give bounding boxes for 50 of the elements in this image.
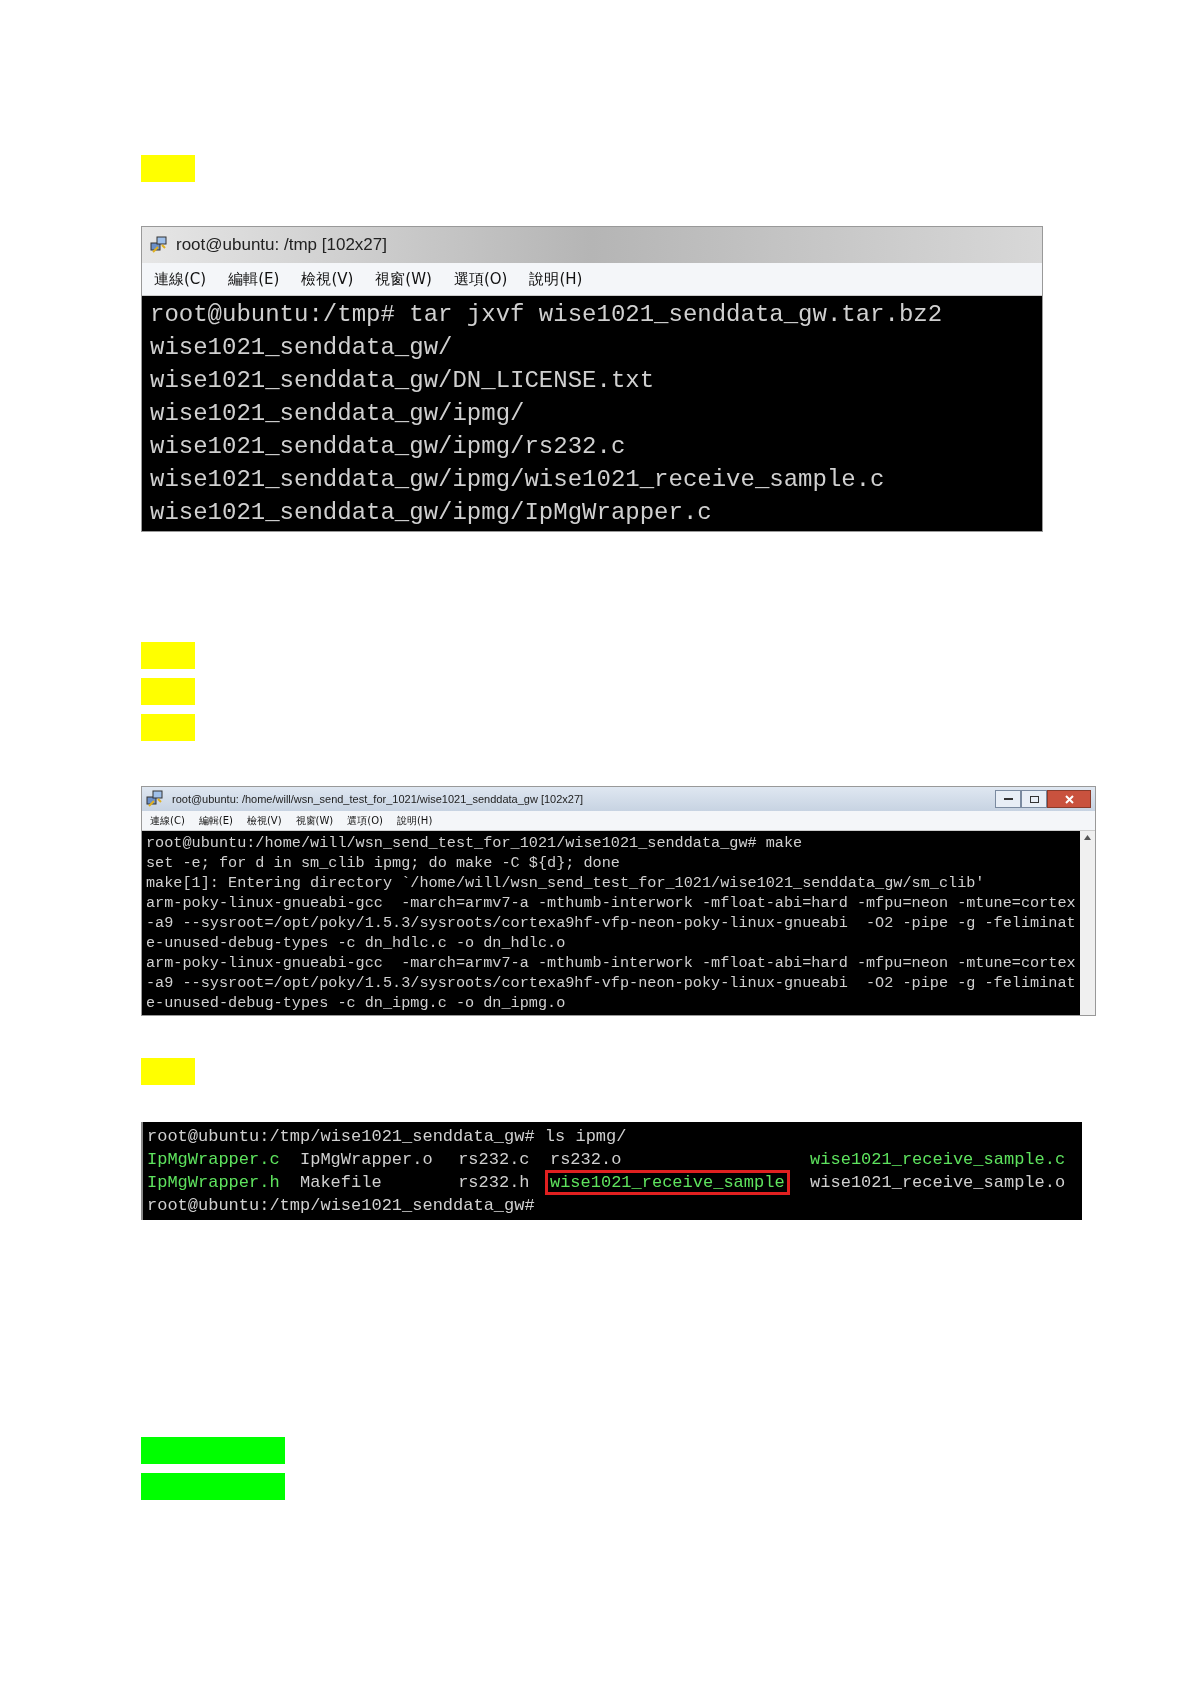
file-name: rs232.c	[458, 1150, 530, 1169]
file-name: wise1021_receive_sample	[544, 1170, 790, 1195]
terminal-line: wise1021_senddata_gw/ipmg/IpMgWrapper.c	[150, 498, 713, 528]
terminal-app-icon	[146, 790, 164, 808]
minimize-button[interactable]	[995, 790, 1021, 808]
menu-item[interactable]: 連線(C)	[150, 813, 185, 828]
file-name: IpMgWrapper.o	[300, 1150, 433, 1169]
terminal-line: root@ubuntu:/tmp# tar jxvf wise1021_senddata_gw.tar.bz2	[150, 300, 944, 330]
menu-item[interactable]: 檢視(V)	[246, 813, 282, 828]
terminal-line: root@ubuntu:/home/will/wsn_send_test_for_1021/wise1021_senddata_gw# make	[146, 833, 804, 853]
terminal-line: set -e; for d in sm_clib ipmg; do make -C ${d}; done	[146, 853, 621, 873]
menu-item[interactable]: 檢視(V)	[301, 267, 354, 291]
window-title: root@ubuntu: /tmp [102x27]	[176, 234, 387, 257]
terminal-line: e-unused-debug-types -c dn_ipmg.c -o dn_ipmg.o	[146, 993, 567, 1013]
file-name: IpMgWrapper.c	[147, 1150, 280, 1169]
menu-item[interactable]: 說明(H)	[529, 267, 583, 291]
terminal-line: wise1021_senddata_gw/ipmg/wise1021_receive_sample.c	[150, 465, 886, 495]
menu-item[interactable]: 選項(O)	[453, 267, 508, 291]
file-name: IpMgWrapper.h	[147, 1173, 280, 1192]
terminal-line: wise1021_senddata_gw/	[150, 333, 454, 363]
file-name: rs232.o	[549, 1150, 622, 1169]
window-title: root@ubuntu: /home/will/wsn_send_test_for_1021/wise1021_senddata_gw [102x27]	[172, 791, 584, 807]
terminal-line: root@ubuntu:/tmp/wise1021_senddata_gw# ls ipmg/	[147, 1126, 628, 1148]
close-button[interactable]	[1047, 790, 1091, 808]
close-icon	[1064, 794, 1074, 804]
terminal-line: make[1]: Entering directory `/home/will/wsn_send_test_for_1021/wise1021_senddata_gw/sm_clib'	[146, 873, 986, 893]
scroll-up-arrow-icon	[1083, 835, 1091, 840]
menu-item[interactable]: 視窗(W)	[375, 267, 432, 291]
terminal-line: arm-poky-linux-gnueabi-gcc -march=armv7-a -mthumb-interwork -mfloat-abi=hard -mfpu=neon -mtune=cortex	[146, 953, 1076, 973]
terminal-line: root@ubuntu:/tmp/wise1021_senddata_gw#	[147, 1195, 536, 1217]
terminal-line: wise1021_senddata_gw/ipmg/	[150, 399, 526, 429]
menu-item[interactable]: 說明(H)	[396, 813, 433, 828]
scrollbar[interactable]	[1079, 831, 1095, 1015]
menu-item[interactable]: 編輯(E)	[228, 267, 280, 291]
terminal-line: -a9 --sysroot=/opt/poky/1.5.3/sysroots/cortexa9hf-vfp-neon-poky-linux-gnueabi -O2 -pipe -g -feliminat	[146, 973, 1076, 993]
menu-item[interactable]: 編輯(E)	[198, 813, 233, 828]
file-name: rs232.h	[458, 1173, 530, 1192]
maximize-button[interactable]	[1021, 790, 1047, 808]
file-name: Makefile	[300, 1173, 382, 1192]
terminal-line: e-unused-debug-types -c dn_hdlc.c -o dn_hdlc.o	[146, 933, 567, 953]
menu-item[interactable]: 選項(O)	[347, 813, 383, 828]
file-name: wise1021_receive_sample.o	[810, 1173, 1066, 1192]
file-name: wise1021_receive_sample.c	[810, 1150, 1066, 1169]
terminal-app-icon	[150, 236, 168, 254]
menu-item[interactable]: 連線(C)	[154, 267, 207, 291]
menu-item[interactable]: 視窗(W)	[295, 813, 334, 828]
terminal-line: wise1021_senddata_gw/DN_LICENSE.txt	[150, 366, 656, 396]
terminal-line: -a9 --sysroot=/opt/poky/1.5.3/sysroots/cortexa9hf-vfp-neon-poky-linux-gnueabi -O2 -pipe -g -feliminat	[146, 913, 1076, 933]
terminal-line: arm-poky-linux-gnueabi-gcc -march=armv7-a -mthumb-interwork -mfloat-abi=hard -mfpu=neon -mtune=cortex	[146, 893, 1076, 913]
terminal-line: wise1021_senddata_gw/ipmg/rs232.c	[150, 432, 627, 462]
